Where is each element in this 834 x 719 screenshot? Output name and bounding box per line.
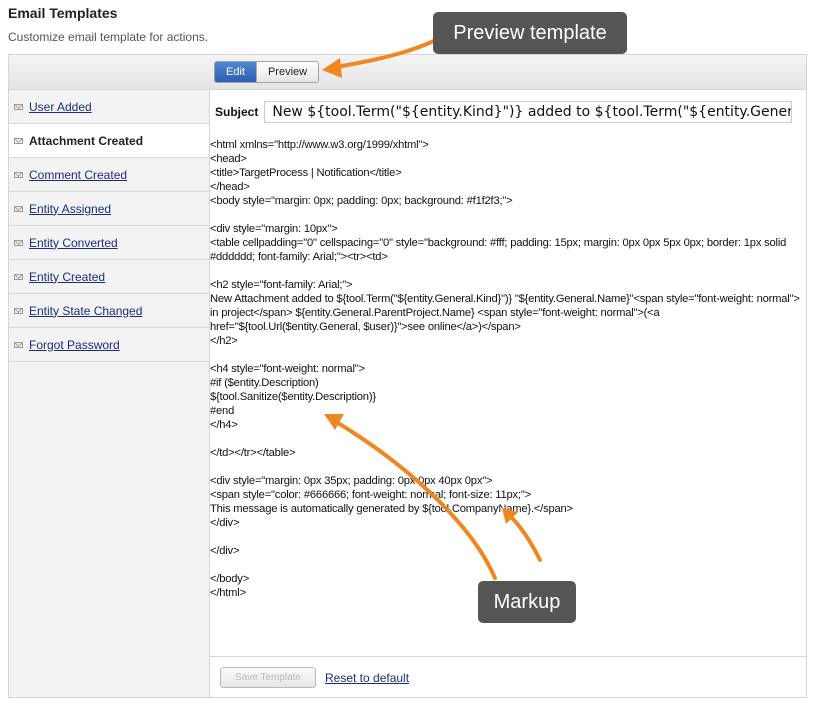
template-list: User Added Attachment Created Comment Cr… [9,90,210,697]
subject-row: Subject New ${tool.Term("${entity.Kind}"… [215,101,793,123]
envelope-icon [14,341,23,348]
page-subtitle: Customize email template for actions. [8,30,209,44]
envelope-icon [14,239,23,246]
panel-header [9,55,806,90]
sidebar-item-label[interactable]: Entity Converted [29,236,118,250]
tab-edit[interactable]: Edit [215,62,256,82]
tab-preview[interactable]: Preview [255,62,319,82]
editor-footer: Save Template Reset to default [210,656,806,697]
envelope-icon [14,103,23,110]
sidebar-item-label: Attachment Created [29,133,144,148]
templates-panel: Edit Preview User Added Attachment Creat… [8,54,807,698]
sidebar-item-comment-created[interactable]: Comment Created [9,158,209,192]
sidebar-item-attachment-created[interactable]: Attachment Created [9,124,209,158]
sidebar-item-label[interactable]: Forgot Password [29,338,120,352]
sidebar-item-label[interactable]: User Added [29,100,92,114]
page-title: Email Templates [8,5,118,21]
sidebar-item-entity-converted[interactable]: Entity Converted [9,226,209,260]
sidebar-item-label[interactable]: Entity Created [29,270,105,284]
sidebar-item-entity-state-changed[interactable]: Entity State Changed [9,294,209,328]
envelope-icon [14,137,23,144]
sidebar-item-label[interactable]: Comment Created [29,168,127,182]
sidebar-item-entity-assigned[interactable]: Entity Assigned [9,192,209,226]
edit-preview-toggle: Edit Preview [214,61,320,83]
reset-to-default-link[interactable]: Reset to default [325,671,409,685]
envelope-icon [14,205,23,212]
subject-label: Subject [215,105,259,119]
sidebar-item-entity-created[interactable]: Entity Created [9,260,209,294]
sidebar-item-user-added[interactable]: User Added [9,90,209,124]
preview-template-callout: Preview template [433,12,627,54]
sidebar-item-label[interactable]: Entity Assigned [29,202,111,216]
markup-callout: Markup [478,581,576,623]
save-template-button[interactable]: Save Template [220,667,316,688]
markup-editor[interactable]: <html xmlns="http://www.w3.org/1999/xhtm… [210,138,808,600]
sidebar-item-forgot-password[interactable]: Forgot Password [9,328,209,362]
envelope-icon [14,273,23,280]
envelope-icon [14,307,23,314]
subject-input[interactable]: New ${tool.Term("${entity.Kind}")} added… [264,101,793,123]
envelope-icon [14,171,23,178]
sidebar-item-label[interactable]: Entity State Changed [29,304,142,318]
